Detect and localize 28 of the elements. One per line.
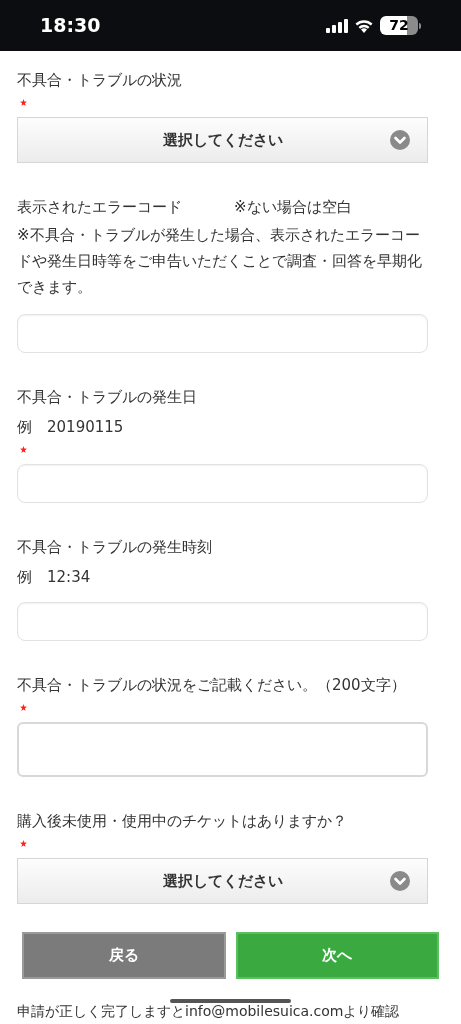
- input-field[interactable]: [17, 464, 428, 503]
- battery-indicator: 72: [380, 16, 418, 35]
- signal-icon: [326, 18, 348, 33]
- field-example: 例 20190115: [17, 417, 125, 438]
- required-icon: [20, 446, 27, 453]
- select-dropdown[interactable]: 選択してください: [17, 858, 428, 904]
- field-label: 購入後未使用・使用中のチケットはありますか？: [17, 811, 347, 832]
- field-label: 不具合・トラブルの発生日: [17, 387, 197, 408]
- field-description: ※不具合・トラブルが発生した場合、表示されたエラーコードや発生日時等をご申告いただくことで調査・回答を早期化できます。: [17, 225, 423, 298]
- field-label: 不具合・トラブルの状況をご記載ください。（200文字）: [17, 675, 406, 696]
- input-field[interactable]: [17, 602, 428, 641]
- required-icon: [20, 704, 27, 711]
- field-example: 例 12:34: [17, 567, 92, 588]
- chevron-down-icon: [390, 871, 410, 891]
- status-time: 18:30: [40, 13, 101, 39]
- field-label: 不具合・トラブルの発生時刻: [17, 537, 212, 558]
- text-area[interactable]: [17, 722, 428, 777]
- field-hint: ※ない場合は空白: [234, 197, 352, 218]
- back-button[interactable]: 戻る: [22, 932, 226, 979]
- input-field[interactable]: [17, 314, 428, 353]
- chevron-down-icon: [390, 130, 410, 150]
- wifi-icon: [354, 18, 374, 33]
- footer-text: 申請が正しく完了しますとinfo@mobilesuica.comより確認: [17, 1004, 401, 1019]
- required-icon: [20, 99, 27, 106]
- required-icon: [20, 840, 27, 847]
- select-dropdown[interactable]: 選択してください: [17, 117, 428, 163]
- field-label: 表示されたエラーコード: [17, 197, 182, 218]
- field-label: 不具合・トラブルの状況: [17, 70, 182, 91]
